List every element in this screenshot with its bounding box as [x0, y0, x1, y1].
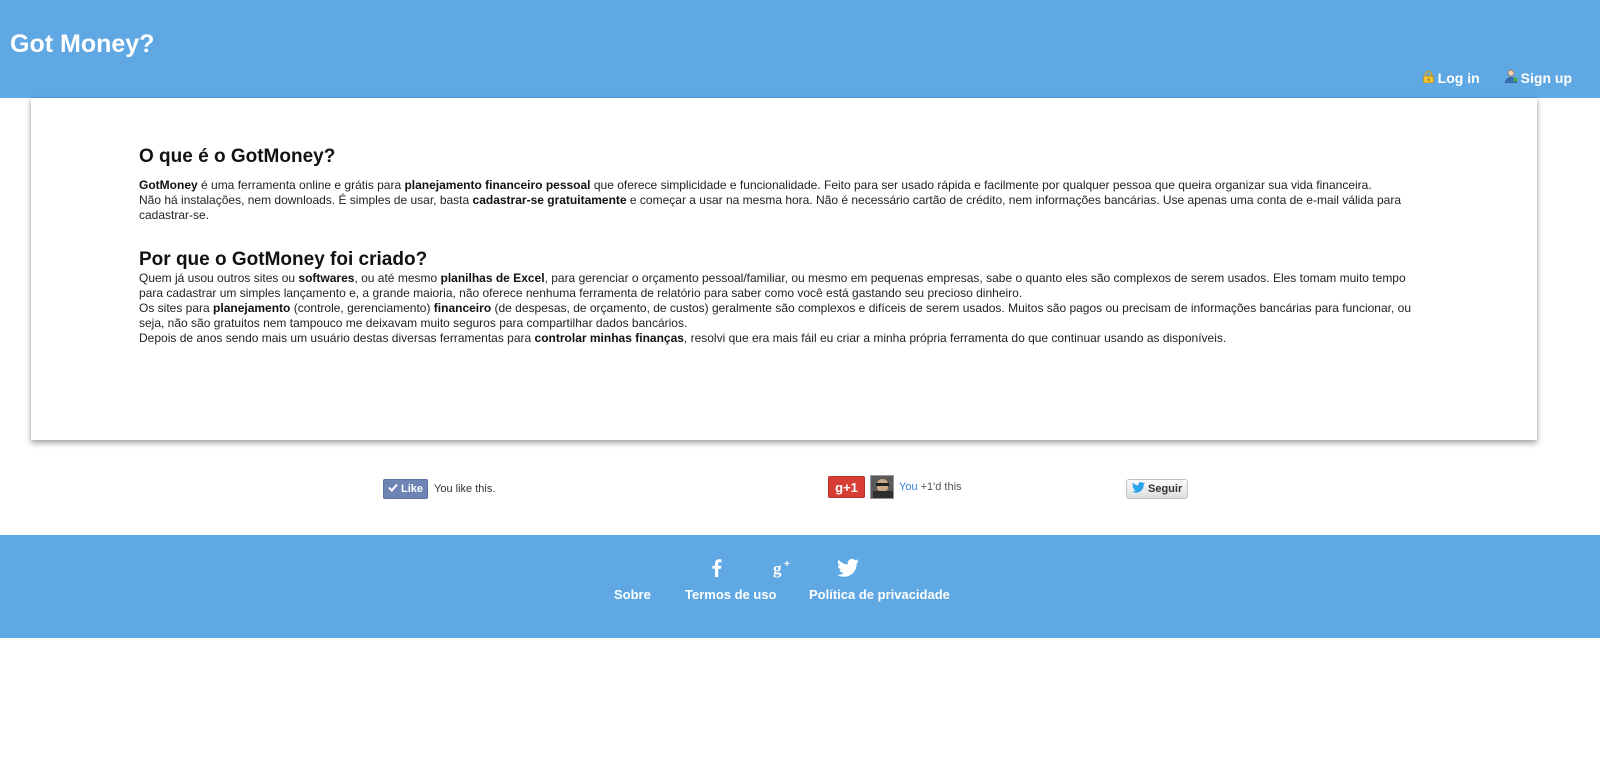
- footer-link-privacy[interactable]: Política de privacidade: [809, 587, 950, 602]
- googleplus-status: You +1'd this: [899, 481, 962, 493]
- paragraph: Não há instalações, nem downloads. É sim…: [139, 193, 1401, 222]
- section-title-why: Por que o GotMoney foi criado?: [139, 249, 428, 270]
- social-bar: Like You like this. g +1 You +1'd this Se…: [0, 470, 1600, 510]
- signup-link[interactable]: Sign up: [1504, 69, 1572, 86]
- twitter-follow-label: Seguir: [1148, 483, 1183, 495]
- facebook-icon[interactable]: [706, 557, 728, 579]
- section-title-what: O que é o GotMoney?: [139, 146, 336, 167]
- googleplus-status-text: +1'd this: [917, 481, 962, 493]
- footer: g + Sobre Termos de uso Política de priv…: [0, 535, 1600, 638]
- facebook-like-label: Like: [401, 483, 424, 495]
- facebook-like-status: You like this.: [434, 483, 496, 495]
- auth-links: Log in Sign up: [1422, 69, 1572, 86]
- paragraph: GotMoney é uma ferramenta online e gráti…: [139, 178, 1372, 192]
- googleplus-glyph: g: [835, 479, 844, 495]
- footer-social-icons: g +: [0, 557, 1600, 579]
- lock-icon: [1422, 70, 1435, 84]
- twitter-follow-button[interactable]: Seguir: [1126, 479, 1189, 499]
- facebook-like-button[interactable]: Like: [383, 479, 429, 499]
- login-link[interactable]: Log in: [1422, 70, 1480, 86]
- twitter-icon[interactable]: [837, 557, 859, 579]
- avatar[interactable]: [870, 475, 894, 499]
- signup-label: Sign up: [1520, 70, 1572, 86]
- check-icon: [388, 483, 398, 495]
- top-header: Got Money? Log in Sign up: [0, 0, 1600, 98]
- svg-text:+: +: [784, 559, 790, 570]
- footer-link-terms[interactable]: Termos de uso: [685, 587, 777, 602]
- content-card: O que é o GotMoney? GotMoney é uma ferra…: [31, 98, 1537, 440]
- paragraph: Depois de anos sendo mais um usuário des…: [139, 331, 1227, 345]
- googleplus-widget: g +1 You +1'd this: [828, 475, 962, 499]
- user-icon: [1504, 69, 1518, 84]
- googleplus-label: +1: [843, 479, 858, 495]
- footer-links: Sobre Termos de uso Política de privacid…: [0, 587, 1600, 605]
- paragraph: Os sites para planejamento (controle, ge…: [139, 301, 1411, 330]
- googleplus-you[interactable]: You: [899, 481, 918, 493]
- footer-link-about[interactable]: Sobre: [614, 587, 651, 602]
- twitter-bird-icon: [1132, 482, 1145, 496]
- facebook-like-widget: Like You like this.: [383, 479, 495, 499]
- main-content: O que é o GotMoney? GotMoney é uma ferra…: [139, 146, 1431, 346]
- paragraph: Quem já usou outros sites ou softwares, …: [139, 271, 1406, 300]
- google-plus-icon[interactable]: g +: [772, 557, 794, 579]
- brand-logo[interactable]: Got Money?: [10, 30, 154, 59]
- svg-text:g: g: [773, 559, 782, 578]
- googleplus-button[interactable]: g +1: [828, 476, 865, 498]
- login-label: Log in: [1437, 70, 1480, 86]
